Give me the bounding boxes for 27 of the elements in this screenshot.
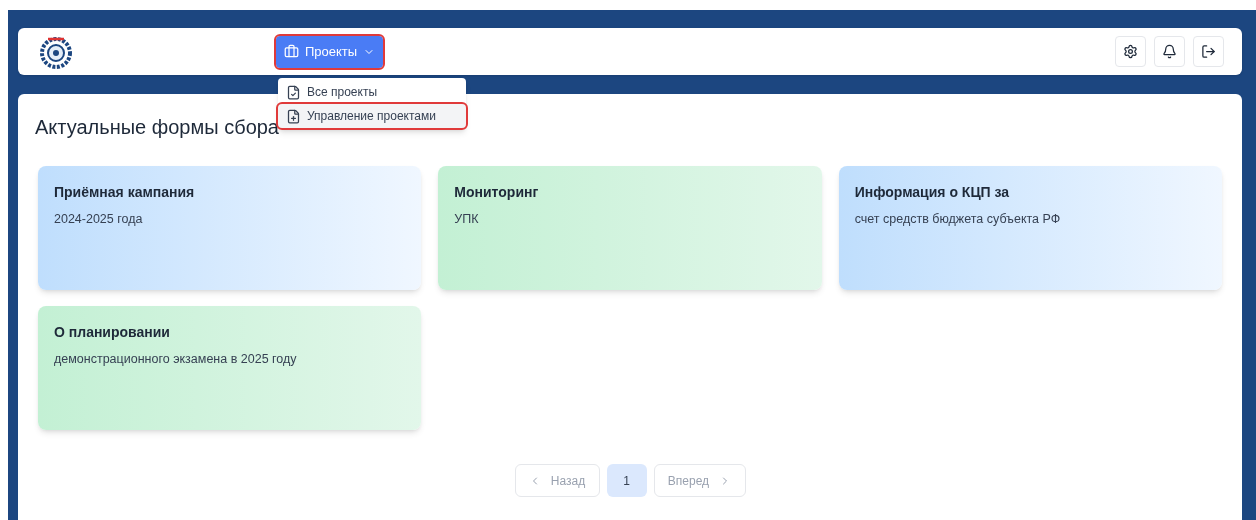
card-title: Информация о КЦП за	[854, 183, 1011, 202]
file-plus-icon	[286, 108, 301, 124]
menu-item[interactable]: Управление проектами	[278, 104, 466, 128]
form-card[interactable]: Приёмная кампания 2024-2025 года	[38, 166, 422, 290]
notifications-button[interactable]	[1154, 36, 1185, 67]
card-subtitle: счет средств бюджета субъекта РФ	[854, 211, 1062, 228]
page-title: Актуальные формы сбора	[35, 115, 279, 140]
form-card[interactable]: Мониторинг УПК	[438, 166, 822, 290]
logout-icon	[1201, 44, 1216, 59]
card-title: О планировании	[54, 323, 171, 342]
page-button[interactable]: 1	[606, 464, 647, 497]
form-card[interactable]: Информация о КЦП за счет средств бюджета субъекта РФ	[838, 166, 1222, 290]
card-title: Приёмная кампания	[54, 183, 196, 202]
form-card[interactable]: О планировании демонстрационного экзамена в 2025 году	[38, 306, 422, 430]
projects-menu-button[interactable]: Проекты	[276, 35, 384, 68]
card-subtitle: УПК	[454, 211, 480, 228]
card-subtitle: 2024-2025 года	[54, 211, 144, 228]
card-title: Мониторинг	[454, 183, 540, 202]
settings-icon	[1123, 44, 1138, 59]
card-subtitle: демонстрационного экзамена в 2025 году	[54, 351, 298, 368]
briefcase-icon	[284, 44, 299, 59]
settings-button[interactable]	[1115, 36, 1146, 67]
logout-button[interactable]	[1193, 36, 1224, 67]
menu-item[interactable]: Все проекты	[278, 80, 466, 104]
file-check-icon	[286, 84, 301, 100]
logo-icon	[38, 34, 74, 69]
bell-icon	[1162, 44, 1177, 59]
